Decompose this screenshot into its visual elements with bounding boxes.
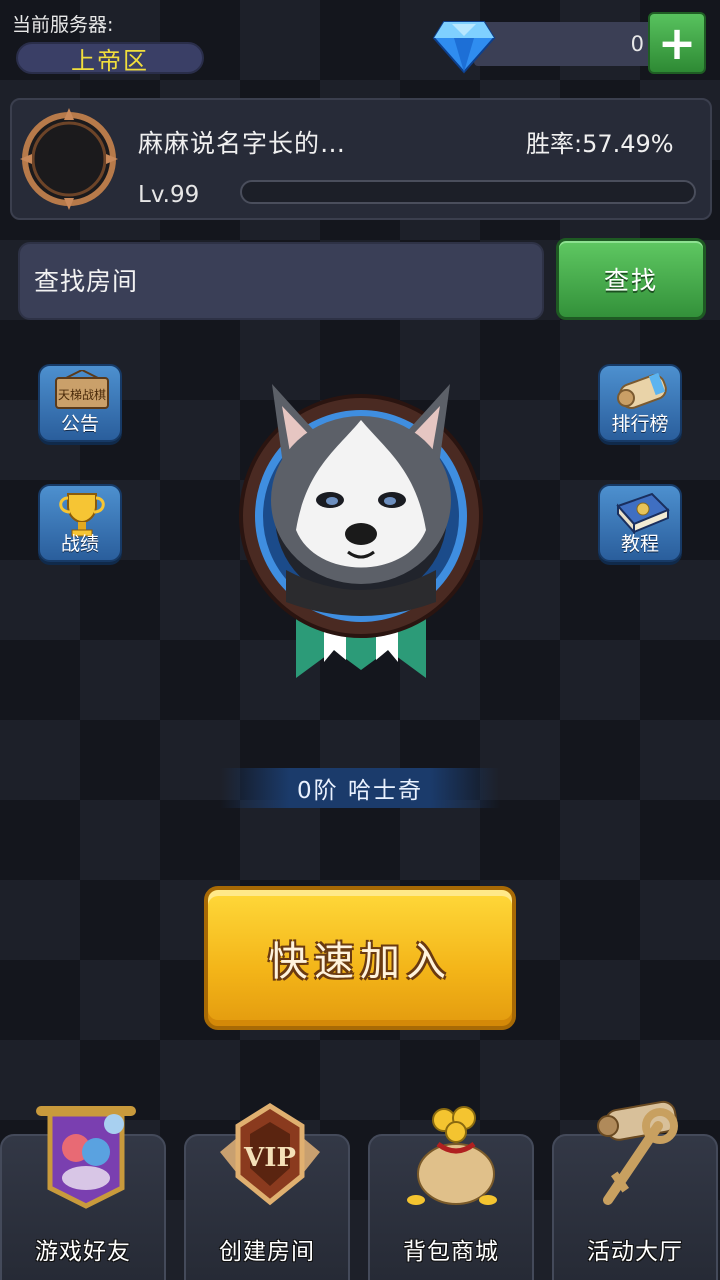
vip-badge-icon: VIP (220, 1103, 320, 1206)
money-bag-icon (407, 1106, 497, 1205)
player-name: 麻麻说名字长的… (138, 129, 347, 158)
exp-progress-bar (240, 180, 696, 204)
nav-friends-label: 游戏好友 (35, 1239, 131, 1265)
tutorial-button[interactable]: 教程 (598, 484, 682, 562)
leaderboard-button[interactable]: 排行榜 (598, 364, 682, 442)
nav-create-room[interactable]: VIP 创建房间 (184, 1103, 350, 1280)
svg-text:VIP: VIP (243, 1143, 296, 1173)
quick-join-button[interactable]: 快速加入 (204, 886, 516, 1030)
nav-bag-shop-label: 背包商城 (403, 1239, 499, 1265)
nav-activity-hall[interactable]: 活动大厅 (552, 1100, 718, 1280)
server-label: 当前服务器: (12, 14, 114, 36)
win-rate: 胜率:57.49% (526, 130, 674, 158)
room-search-input[interactable] (18, 242, 544, 320)
pet-rank-label: 0阶 哈士奇 (220, 768, 500, 808)
nav-activity-hall-label: 活动大厅 (587, 1239, 683, 1265)
record-button[interactable]: 战绩 (38, 484, 122, 562)
tutorial-label: 教程 (620, 533, 659, 555)
plus-icon: + (657, 16, 697, 70)
nav-bag-shop[interactable]: 背包商城 (368, 1106, 534, 1280)
nav-friends[interactable]: 游戏好友 (0, 1106, 166, 1280)
friends-banner-icon (36, 1106, 136, 1209)
search-button[interactable]: 查找 (556, 238, 706, 320)
gem-count: 0 (474, 22, 654, 66)
add-gems-button[interactable]: + (648, 12, 706, 74)
notice-label: 公告 (60, 413, 99, 435)
key-scroll-icon (597, 1100, 678, 1205)
diamond-icon (432, 21, 496, 74)
scroll-icon (617, 372, 667, 409)
notice-button[interactable]: 天梯战棋 公告 (38, 364, 122, 442)
server-selector[interactable]: 上帝区 (16, 42, 204, 75)
signboard-text: 天梯战棋 (58, 388, 106, 402)
player-avatar[interactable] (18, 106, 120, 212)
player-level: Lv.99 (138, 182, 200, 208)
husky-avatar[interactable] (236, 380, 486, 680)
signboard-icon: 天梯战棋 (55, 370, 109, 409)
leaderboard-label: 排行榜 (611, 413, 669, 435)
record-label: 战绩 (60, 533, 99, 555)
nav-create-room-label: 创建房间 (219, 1239, 315, 1265)
